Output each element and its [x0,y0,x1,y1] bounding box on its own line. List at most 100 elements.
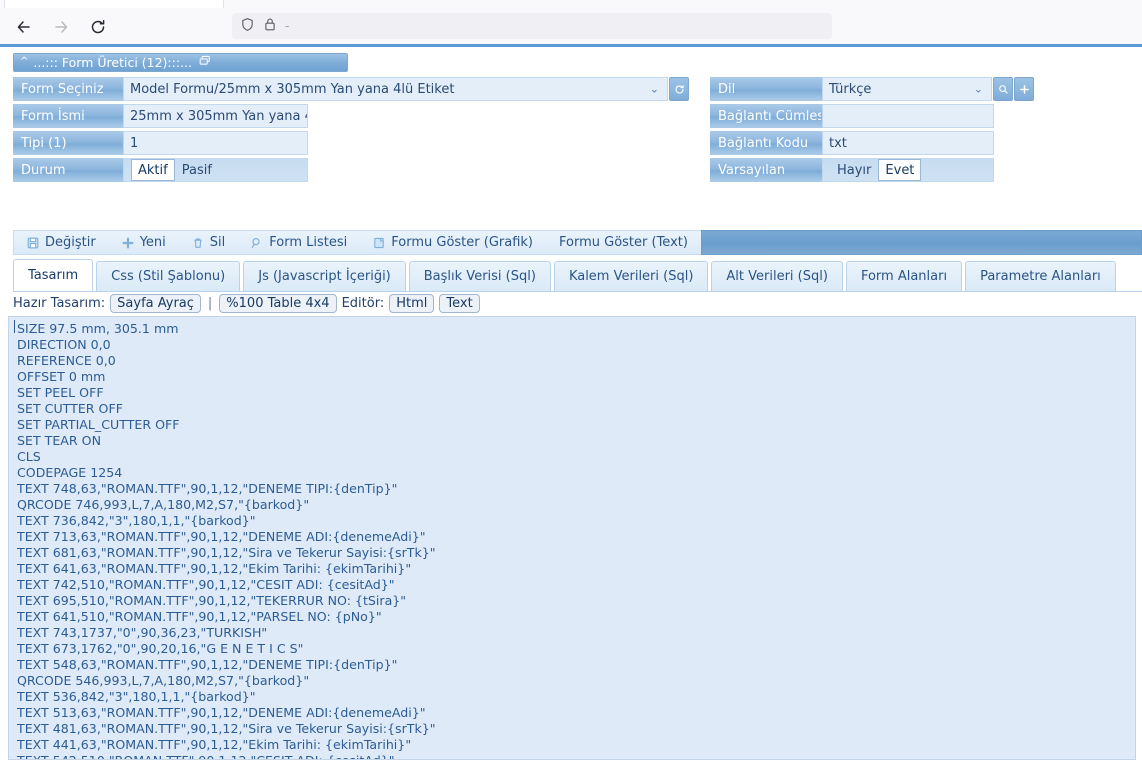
yeni-label: Yeni [139,235,166,250]
code-line: TEXT 748,63,"ROMAN.TTF",90,1,12,"DENEME … [17,481,398,496]
durum-option-aktif[interactable]: Aktif [131,159,175,181]
code-line: TEXT 481,63,"ROMAN.TTF",90,1,12,"Sira ve… [17,721,436,736]
code-line: CODEPAGE 1254 [17,465,123,480]
form-refresh-button[interactable] [669,77,689,101]
tab-tasarim[interactable]: Tasarım [13,259,94,291]
code-line: SET TEAR ON [17,433,101,448]
code-line: TEXT 681,63,"ROMAN.TTF",90,1,12,"Sira ve… [17,545,436,560]
baglanti-kodu-input[interactable]: txt [822,131,994,155]
browser-nav-bar: - [0,8,1142,44]
page-top-rule [0,44,1142,47]
code-line: TEXT 742,510,"ROMAN.TTF",90,1,12,"CESIT … [17,577,395,592]
quick-design-bar: Hazır Tasarım: Sayfa Ayraç | %100 Table … [13,293,1142,313]
tab-strip: Tasarım Css (Stil Şablonu) Js (Javascrip… [13,259,1142,292]
url-text: - [285,19,290,33]
dil-add-button[interactable] [1014,77,1034,101]
collapse-caret-icon[interactable]: ^ [20,56,28,67]
tab-form-alanlari[interactable]: Form Alanları [845,261,963,291]
tipi-input[interactable]: 1 [123,131,308,155]
form-seciniz-value: Model Formu/25mm x 305mm Yan yana 4lü Et… [130,81,455,97]
sil-button[interactable]: Sil [179,231,238,254]
code-line: TEXT 542,510,"ROMAN.TTF",90,1,12,"CESIT … [17,753,1135,759]
code-line: TEXT 548,63,"ROMAN.TTF",90,1,12,"DENEME … [17,657,398,672]
code-line: OFFSET 0 mm [17,369,106,384]
code-line: TEXT 513,63,"ROMAN.TTF",90,1,12,"DENEME … [17,705,426,720]
dil-value: Türkçe [829,81,872,97]
form-ismi-input[interactable]: 25mm x 305mm Yan yana 4 [123,104,308,128]
browser-active-tab[interactable] [4,0,224,8]
window-title-bar[interactable]: ^ ...::: Form Üretici (12):::... [13,53,348,72]
code-editor-content: SIZE 97.5 mm, 305.1 mm DIRECTION 0,0 REFER… [17,321,1135,759]
page-title: ...::: Form Üretici (12):::... [33,55,192,70]
browser-chrome: - [0,0,1142,44]
label-varsayilan: Varsayılan [710,158,822,182]
row-form-ismi: Form İsmi 25mm x 305mm Yan yana 4 [13,104,698,128]
editor-html-button[interactable]: Html [389,293,435,313]
form-ismi-value: 25mm x 305mm Yan yana 4 [130,108,308,124]
formu-goster-grafik-button[interactable]: Formu Göster (Grafik) [360,231,546,254]
baglanti-kodu-value: txt [829,135,847,151]
search-icon [251,237,263,249]
save-disk-icon [27,237,39,249]
url-bar[interactable]: - [232,13,832,39]
row-varsayilan: Varsayılan Hayır Evet [710,158,1130,182]
editor-text-button[interactable]: Text [439,293,480,313]
durum-option-pasif[interactable]: Pasif [175,159,219,181]
forward-arrow-icon[interactable] [50,16,72,38]
label-baglanti-cumlesi: Bağlantı Cümlesi [710,104,822,128]
formu-goster-grafik-label: Formu Göster (Grafik) [391,235,534,250]
form-listesi-label: Form Listesi [269,235,348,250]
restore-window-icon[interactable] [199,55,211,70]
tab-kalem-verileri[interactable]: Kalem Verileri (Sql) [553,261,709,291]
tab-baslik-verisi[interactable]: Başlık Verisi (Sql) [408,261,551,291]
code-line: TEXT 743,1737,"0",90,36,23,"TURKISH" [17,625,268,640]
code-line: CLS [17,449,41,464]
row-form-seciniz: Form Seçiniz Model Formu/25mm x 305mm Ya… [13,77,698,101]
code-line: TEXT 441,63,"ROMAN.TTF",90,1,12,"Ekim Ta… [17,737,412,752]
tab-parametre-alanlari[interactable]: Parametre Alanları [965,261,1116,291]
table-4x4-button[interactable]: %100 Table 4x4 [219,293,337,313]
tab-js[interactable]: Js (Javascript İçeriği) [243,261,406,291]
label-baglanti-kodu: Bağlantı Kodu [710,131,822,155]
code-line: TEXT 641,510,"ROMAN.TTF",90,1,12,"PARSEL… [17,609,382,624]
form-listesi-button[interactable]: Form Listesi [238,231,360,254]
sayfa-ayrac-button[interactable]: Sayfa Ayraç [110,293,201,313]
label-form-ismi: Form İsmi [13,104,123,128]
yeni-button[interactable]: Yeni [109,231,179,254]
code-line: SIZE 97.5 mm, 305.1 mm [17,321,179,336]
code-line: TEXT 673,1762,"0",90,20,16,"G E N E T I … [17,641,304,656]
code-line: DIRECTION 0,0 [17,337,111,352]
sil-label: Sil [209,235,226,250]
degistir-button[interactable]: Değiştir [14,231,109,254]
varsayilan-option-evet[interactable]: Evet [878,159,922,181]
row-dil: Dil Türkçe ⌄ [710,77,1130,101]
code-line: TEXT 713,63,"ROMAN.TTF",90,1,12,"DENEME … [17,529,426,544]
code-line: TEXT 695,510,"ROMAN.TTF",90,1,12,"TEKERR… [17,593,407,608]
formu-goster-text-label: Formu Göster (Text) [559,235,688,250]
degistir-label: Değiştir [45,235,96,250]
action-toolbar: Değiştir Yeni Sil Form Listesi Formu Gös… [13,230,1142,255]
plus-icon [122,237,134,249]
code-editor-textarea[interactable]: SIZE 97.5 mm, 305.1 mm DIRECTION 0,0 REFER… [8,316,1136,760]
dil-search-button[interactable] [993,77,1013,101]
dil-select[interactable]: Türkçe ⌄ [822,77,992,101]
toolbar-filler-bar [700,230,1142,255]
varsayilan-option-hayir[interactable]: Hayır [830,159,878,181]
lock-icon[interactable] [263,17,277,36]
form-seciniz-select[interactable]: Model Formu/25mm x 305mm Yan yana 4lü Et… [123,77,668,101]
hazir-tasarim-label: Hazır Tasarım: [13,295,106,311]
reload-icon[interactable] [87,16,109,38]
label-durum: Durum [13,158,123,182]
tab-css[interactable]: Css (Stil Şablonu) [96,261,241,291]
app-page: ^ ...::: Form Üretici (12):::... Form Se… [0,44,1142,778]
label-form-seciniz: Form Seçiniz [13,77,123,101]
baglanti-cumlesi-input[interactable] [822,104,994,128]
left-form-panel: Form Seçiniz Model Formu/25mm x 305mm Ya… [13,77,698,185]
formu-goster-text-button[interactable]: Formu Göster (Text) [546,231,701,254]
row-baglanti-kodu: Bağlantı Kodu txt [710,131,1130,155]
back-arrow-icon[interactable] [13,16,35,38]
chevron-down-icon: ⌄ [973,82,983,96]
tab-alt-verileri[interactable]: Alt Verileri (Sql) [711,261,843,291]
row-durum: Durum Aktif Pasif [13,158,698,182]
shield-icon[interactable] [240,17,255,36]
